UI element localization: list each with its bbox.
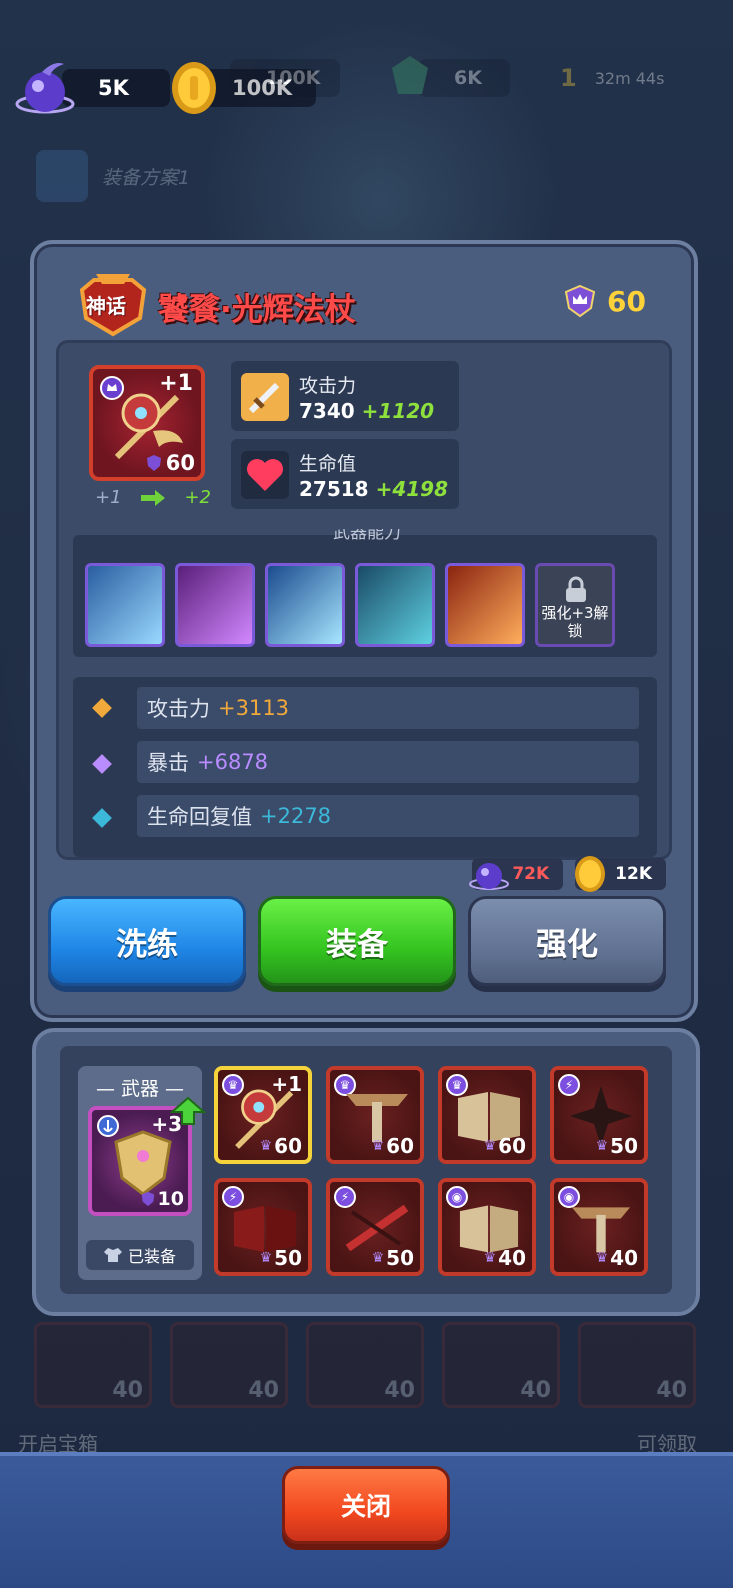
affix-row: 暴击 +6878 [137, 741, 639, 783]
item-info-area: +1 60 +1 +2 攻击力 7340 +1120 生命值 27518 +41… [56, 340, 672, 860]
equipped-badge: 已装备 [86, 1240, 194, 1270]
ability-ice-orb-icon[interactable] [85, 563, 165, 647]
item-icon-card: +1 60 [89, 365, 205, 481]
potion-icon [468, 852, 510, 899]
upgrade-arrow-icon [170, 1096, 206, 1125]
inventory-grid: — 武器 — +3 10 已装备 ♛ +1 ♛ 60 ♛ ♛ 60 ♛ ♛ 60… [60, 1046, 672, 1294]
arrow-right-icon [141, 489, 165, 506]
faded-timer: 1 32m 44s [560, 64, 665, 92]
affix-diamond-icon [92, 808, 112, 828]
shirt-icon [103, 1248, 122, 1262]
equipment-plan: 装备方案1 [36, 150, 190, 202]
affix-row: 攻击力 +3113 [137, 687, 639, 729]
inventory-slot-staff[interactable]: ♛ +1 ♛ 60 [214, 1066, 312, 1164]
potion-cost: 72K [469, 858, 564, 890]
affix-diamond-icon [92, 754, 112, 774]
ability-arcane-bolt-icon[interactable] [355, 563, 435, 647]
potion-currency: 5K [14, 63, 170, 114]
inventory-slot-book[interactable]: ♛ ♛ 60 [438, 1066, 536, 1164]
item-level-indicator: 60 [563, 284, 646, 318]
gold-coin-icon [573, 854, 607, 899]
faded-currency-1: 100K [220, 58, 340, 98]
hp-stat: 生命值 27518 +4198 [231, 439, 459, 509]
affix-diamond-icon [92, 698, 112, 718]
item-name: 饕餮·光辉法杖 [158, 292, 356, 328]
inventory-slot-crossbow[interactable]: ♛ ♛ 60 [326, 1066, 424, 1164]
equip-button[interactable]: 装备 [258, 896, 456, 986]
ability-locked-slot[interactable]: 强化+3解锁 [535, 563, 615, 647]
gem-icon [390, 54, 430, 102]
heart-icon [241, 451, 289, 499]
item-detail-panel: 神话 饕餮·光辉法杖 60 +1 60 +1 +2 攻击力 7340 +1120… [30, 240, 698, 1022]
potion-icon [14, 58, 76, 124]
close-button[interactable]: 关闭 [282, 1466, 450, 1544]
abilities-header: 武器能力 [333, 529, 401, 543]
reforge-button[interactable]: 洗练 [48, 896, 246, 986]
background-item-row: 40 40 40 40 40 [28, 1322, 708, 1412]
mythic-rarity-badge: 神话 [74, 270, 152, 338]
lock-icon [566, 576, 586, 602]
attack-stat: 攻击力 7340 +1120 [231, 361, 459, 431]
affix-row: 生命回复值 +2278 [137, 795, 639, 837]
enhance-costs: 72K 12K [469, 856, 666, 892]
upgrade-preview: +1 +2 [95, 487, 211, 508]
currency-bar: 5K 100K 100K 6K 1 32m 44s [0, 40, 733, 130]
potion-amount: 5K [62, 69, 170, 107]
ability-frost-spear-icon[interactable] [265, 563, 345, 647]
inventory-slot-book-2[interactable]: ◉ ♛ 40 [438, 1178, 536, 1276]
enhance-button[interactable]: 强化 [468, 896, 666, 986]
ability-fire-burst-icon[interactable] [445, 563, 525, 647]
level-shield-icon [141, 1191, 154, 1207]
inventory-slot-shuriken[interactable]: ⚡ ♛ 50 [550, 1066, 648, 1164]
equipped-weapon[interactable]: — 武器 — +3 10 已装备 [78, 1066, 206, 1280]
inventory-slot-red-crossbow[interactable]: ⚡ ♛ 50 [326, 1178, 424, 1276]
ability-shadow-staff-icon[interactable] [175, 563, 255, 647]
level-shield-icon [146, 455, 161, 471]
plan-icon [36, 150, 88, 202]
weapon-abilities: 强化+3解锁 [73, 535, 657, 657]
affix-list: 攻击力 +3113 暴击 +6878 生命回复值 +2278 [73, 677, 657, 857]
inventory-slot-crossbow-2[interactable]: ◉ ♛ 40 [550, 1178, 648, 1276]
sword-icon [241, 373, 289, 421]
inventory-slot-red-book[interactable]: ⚡ ♛ 50 [214, 1178, 312, 1276]
faded-currency-2: 6K [392, 56, 510, 98]
gold-cost: 12K [575, 856, 666, 892]
gold-coin-icon [170, 60, 218, 120]
crown-shield-icon [564, 284, 596, 318]
weapon-inventory-panel: — 武器 — +3 10 已装备 ♛ +1 ♛ 60 ♛ ♛ 60 ♛ ♛ 60… [32, 1028, 700, 1316]
